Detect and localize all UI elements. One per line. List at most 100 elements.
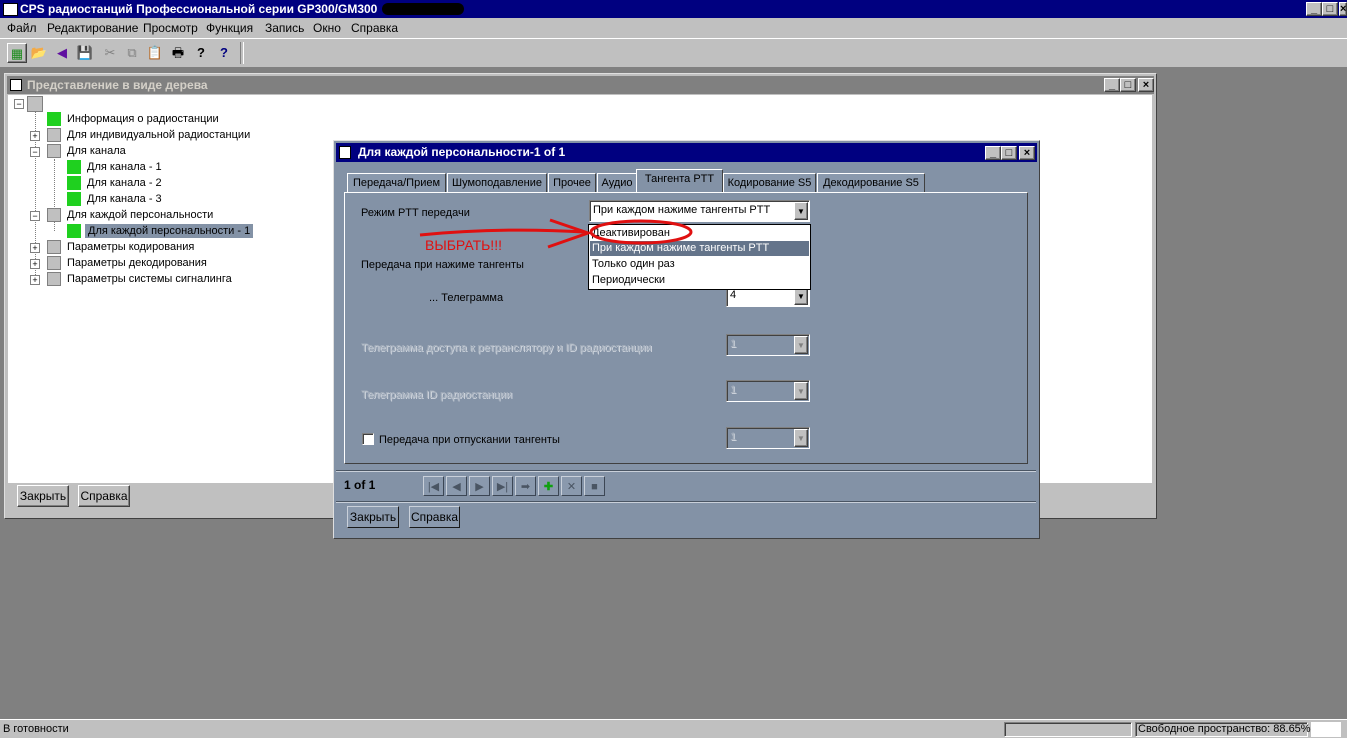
dialog-title: Для каждой персональности-1 of 1 bbox=[358, 145, 566, 159]
status-bar: В готовности Свободное пространство: 88.… bbox=[0, 719, 1347, 738]
first-record-icon[interactable]: |◀ bbox=[423, 476, 444, 496]
tree-item-personality-1-selected[interactable]: Для каждой персональности - 1 bbox=[85, 224, 254, 238]
tree-close-button[interactable]: × bbox=[1138, 78, 1154, 92]
tab-misc[interactable]: Прочее bbox=[548, 173, 596, 193]
menu-help[interactable]: Справка bbox=[351, 21, 398, 35]
press-ptt-label: Передача при нажиме тангенты bbox=[361, 259, 524, 271]
tree-window-icon bbox=[10, 79, 22, 91]
chevron-down-icon[interactable]: ▼ bbox=[794, 202, 808, 220]
open-folder-icon[interactable]: 📂 bbox=[29, 43, 49, 63]
tree-node-icon bbox=[47, 144, 61, 158]
tree-node-icon bbox=[67, 192, 81, 206]
app-maximize-button[interactable]: □ bbox=[1322, 2, 1338, 16]
dialog-help-button[interactable]: Справка bbox=[409, 506, 460, 528]
back-icon[interactable]: ◀ bbox=[52, 43, 72, 63]
tree-node-icon bbox=[67, 160, 81, 174]
menu-function[interactable]: Функция bbox=[206, 21, 253, 35]
menu-view[interactable]: Просмотр bbox=[143, 21, 198, 35]
menu-file[interactable]: Файл bbox=[7, 21, 37, 35]
repeater-telegram-value: 1 bbox=[730, 338, 737, 350]
toolbar-separator bbox=[240, 42, 244, 64]
tree-item-channel[interactable]: Для канала bbox=[67, 144, 126, 158]
tab-squelch[interactable]: Шумоподавление bbox=[447, 173, 547, 193]
release-ptt-label: Передача при отпускании тангенты bbox=[379, 434, 560, 446]
tree-item-encoding[interactable]: Параметры кодирования bbox=[67, 240, 194, 254]
chevron-down-icon: ▼ bbox=[794, 429, 808, 447]
tab-audio[interactable]: Аудио bbox=[597, 173, 637, 193]
paste-icon[interactable]: 📋 bbox=[145, 43, 165, 63]
redaction-mark bbox=[382, 3, 464, 15]
dialog-close-button[interactable]: × bbox=[1019, 146, 1035, 160]
app-minimize-button[interactable]: _ bbox=[1306, 2, 1322, 16]
dialog-close-action-button[interactable]: Закрыть bbox=[347, 506, 399, 528]
tree-expander[interactable]: − bbox=[30, 147, 40, 157]
tree-item-radio-info[interactable]: Информация о радиостанции bbox=[67, 112, 219, 126]
chevron-down-icon: ▼ bbox=[794, 382, 808, 400]
tree-window-title-bar: Представление в виде дерева _ □ × bbox=[7, 76, 1154, 94]
dropdown-option-once[interactable]: Только один раз bbox=[590, 257, 809, 272]
tree-maximize-button[interactable]: □ bbox=[1120, 78, 1136, 92]
delete-record-icon[interactable]: ✕ bbox=[561, 476, 582, 496]
tab-tx-rx[interactable]: Передача/Прием bbox=[347, 173, 446, 193]
last-record-icon[interactable]: ▶| bbox=[492, 476, 513, 496]
cut-icon[interactable]: ✂ bbox=[100, 43, 120, 63]
app-window-icon bbox=[3, 3, 18, 16]
tree-item-signaling[interactable]: Параметры системы сигналинга bbox=[67, 272, 232, 286]
print-icon[interactable]: 🖶 bbox=[168, 43, 188, 63]
dialog-maximize-button[interactable]: □ bbox=[1001, 146, 1017, 160]
tree-item-decoding[interactable]: Параметры декодирования bbox=[67, 256, 207, 270]
save-icon[interactable]: 💾 bbox=[75, 43, 95, 63]
tab-decoding-s5[interactable]: Декодирование S5 bbox=[817, 173, 925, 193]
status-ready: В готовности bbox=[3, 723, 69, 735]
tree-close-action-button[interactable]: Закрыть bbox=[17, 485, 69, 507]
stop-icon[interactable]: ■ bbox=[584, 476, 605, 496]
menu-record[interactable]: Запись bbox=[265, 21, 304, 35]
tree-minimize-button[interactable]: _ bbox=[1104, 78, 1120, 92]
prev-record-icon[interactable]: ◀ bbox=[446, 476, 467, 496]
root-node-icon[interactable] bbox=[27, 96, 43, 112]
tree-expander[interactable]: + bbox=[30, 243, 40, 253]
goto-record-icon[interactable]: ➡ bbox=[515, 476, 536, 496]
tree-item-individual-radio[interactable]: Для индивидуальной радиостанции bbox=[67, 128, 250, 142]
app-close-button[interactable]: × bbox=[1339, 2, 1347, 16]
next-record-icon[interactable]: ▶ bbox=[469, 476, 490, 496]
tree-item-personality[interactable]: Для каждой персональности bbox=[67, 208, 213, 222]
tree-item-channel-2[interactable]: Для канала - 2 bbox=[87, 176, 162, 190]
dropdown-option-periodic[interactable]: Периодически bbox=[590, 273, 809, 288]
toolbar: ▦ 📂 ◀ 💾 ✂ ⧉ 📋 🖶 ? ? bbox=[0, 38, 1347, 68]
tree-item-channel-3[interactable]: Для канала - 3 bbox=[87, 192, 162, 206]
menu-window[interactable]: Окно bbox=[313, 21, 341, 35]
id-telegram-value: 1 bbox=[730, 384, 737, 396]
app-title-bar: CPS радиостанций Профессиональной серии … bbox=[0, 0, 1347, 18]
tree-help-button[interactable]: Справка bbox=[78, 485, 130, 507]
release-ptt-checkbox[interactable] bbox=[362, 433, 374, 445]
dialog-title-bar: Для каждой персональности-1 of 1 _ □ × bbox=[336, 143, 1037, 162]
tree-node-icon bbox=[47, 272, 61, 286]
dialog-minimize-button[interactable]: _ bbox=[985, 146, 1001, 160]
menu-edit[interactable]: Редактирование bbox=[47, 21, 138, 35]
help-icon[interactable]: ? bbox=[191, 43, 211, 63]
divider bbox=[336, 470, 1036, 472]
tab-encoding-s5[interactable]: Кодирование S5 bbox=[723, 173, 816, 193]
tree-expander[interactable]: − bbox=[30, 211, 40, 221]
tree-node-icon bbox=[67, 224, 81, 238]
add-record-icon[interactable]: ✚ bbox=[538, 476, 559, 496]
tab-ptt[interactable]: Тангента PTT bbox=[636, 169, 723, 193]
copy-icon[interactable]: ⧉ bbox=[122, 43, 142, 63]
annotation-select-text: ВЫБРАТЬ!!! bbox=[425, 237, 502, 253]
status-pane-empty bbox=[1004, 722, 1132, 737]
tree-expander[interactable]: + bbox=[30, 259, 40, 269]
id-telegram-combo: 1 ▼ bbox=[726, 380, 810, 402]
tree-expander[interactable]: + bbox=[30, 275, 40, 285]
tree-expander[interactable]: + bbox=[30, 131, 40, 141]
status-indicator bbox=[1311, 722, 1341, 737]
tree-item-channel-1[interactable]: Для канала - 1 bbox=[87, 160, 162, 174]
tree-window-title: Представление в виде дерева bbox=[27, 78, 208, 92]
tree-node-icon bbox=[67, 176, 81, 190]
context-help-icon[interactable]: ? bbox=[214, 43, 234, 63]
tree-node-icon bbox=[47, 208, 61, 222]
tree-view-icon[interactable]: ▦ bbox=[7, 43, 27, 63]
repeater-telegram-label: Телеграмма доступа к ретранслятору и ID … bbox=[361, 342, 652, 354]
root-expander[interactable]: − bbox=[14, 99, 24, 109]
dialog-window-icon bbox=[339, 146, 351, 159]
